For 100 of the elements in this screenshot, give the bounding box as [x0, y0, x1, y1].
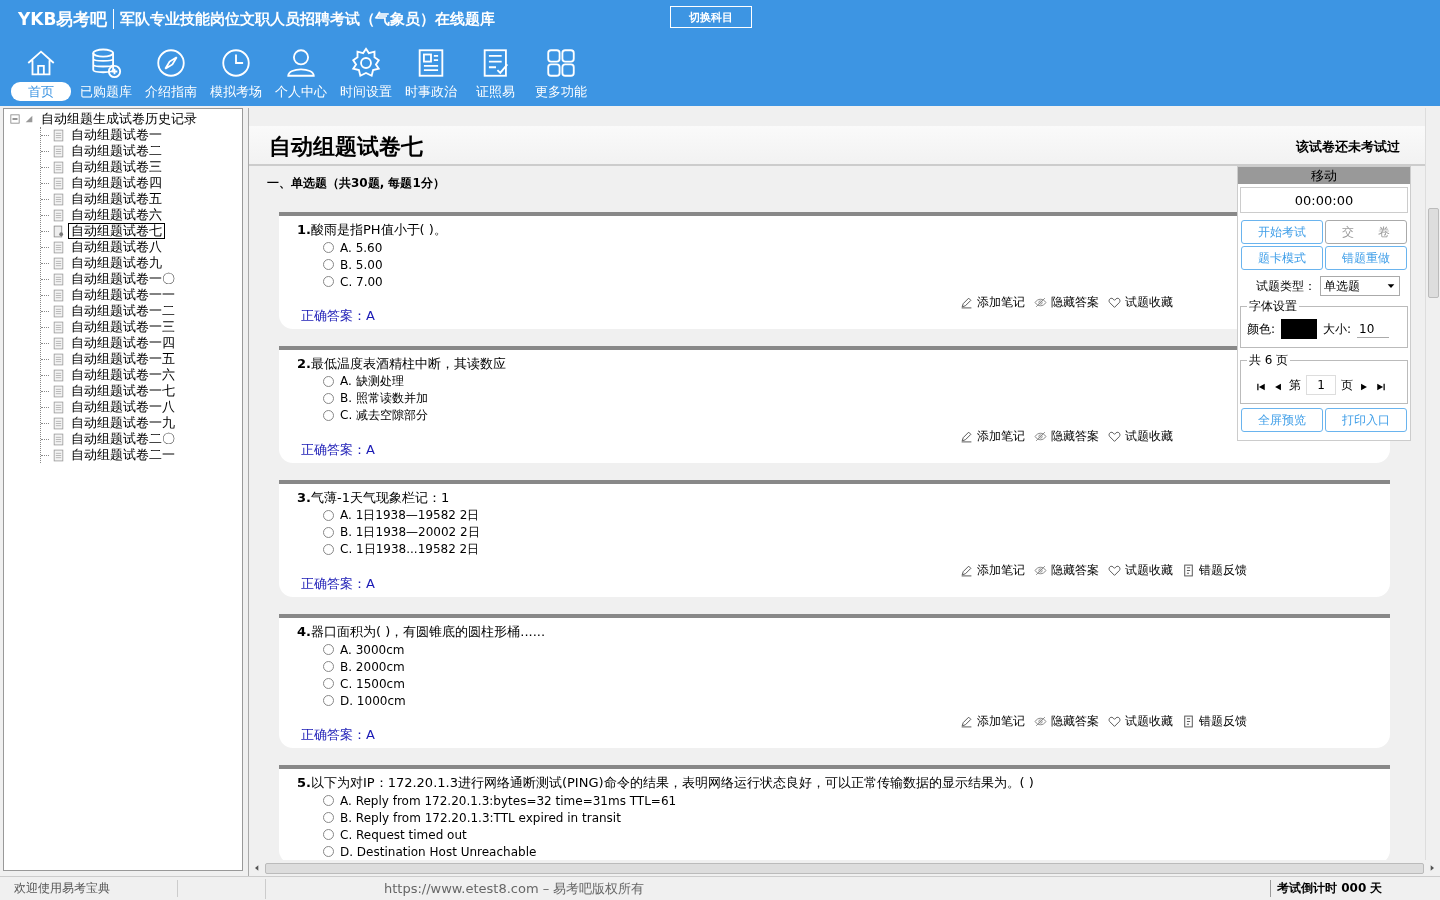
document-icon: [52, 271, 65, 287]
page-prefix: 第: [1289, 376, 1301, 394]
vertical-scrollbar[interactable]: [1425, 108, 1440, 860]
tree-item[interactable]: 自动组题试卷四: [68, 175, 165, 191]
paper-title: 自动组题试卷七: [269, 133, 423, 161]
option-text: A. 1日1938—19582 2日: [340, 507, 480, 524]
document-icon: [52, 207, 65, 223]
page-field[interactable]: 1: [1306, 375, 1336, 395]
tree-item[interactable]: 自动组题试卷七: [68, 223, 165, 239]
question-action-button[interactable]: 添加笔记: [960, 562, 1025, 579]
type-dropdown[interactable]: 单选题: [1320, 276, 1400, 296]
app-title: 军队专业技能岗位文职人员招聘考试（气象员）在线题库: [120, 9, 496, 29]
document-pin-icon: [52, 223, 65, 239]
tree-item[interactable]: 自动组题试卷一: [68, 127, 165, 143]
caret-icon: [1386, 281, 1396, 291]
eye-slash-icon: [1034, 296, 1047, 309]
document-icon: [52, 447, 65, 463]
eye-slash-icon: [1034, 430, 1047, 443]
question-action-button[interactable]: 添加笔记: [960, 428, 1025, 445]
tree-item[interactable]: 自动组题试卷六: [68, 207, 165, 223]
copyright-text: https://www.etest8.com – 易考吧版权所有: [383, 879, 646, 898]
tree-item[interactable]: 自动组题试卷二: [68, 143, 165, 159]
option-text: A. 5.60: [340, 240, 383, 255]
right-arrow-icon: [1428, 864, 1436, 872]
question-action-button[interactable]: 试题收藏: [1108, 562, 1173, 579]
pencil-icon: [960, 564, 973, 577]
document-icon: [52, 255, 65, 271]
question-action-button[interactable]: 隐藏答案: [1034, 562, 1099, 579]
document-icon: [52, 191, 65, 207]
type-label: 试题类型：: [1256, 277, 1316, 295]
tree-item[interactable]: 自动组题试卷一五: [68, 351, 178, 367]
tree-item[interactable]: 自动组题试卷一〇: [68, 271, 178, 287]
option-text: D. 1000cm: [340, 693, 406, 708]
question-action-button[interactable]: 错题反馈: [1182, 713, 1247, 730]
option-text: C. 1500cm: [340, 676, 405, 691]
question-action-button[interactable]: 试题收藏: [1108, 713, 1173, 730]
tree-item[interactable]: 自动组题试卷二〇: [68, 431, 178, 447]
tree-item[interactable]: 自动组题试卷二一: [68, 447, 178, 463]
correct-answer: 正确答案：A: [301, 441, 375, 459]
document-icon: [52, 415, 65, 431]
heart-icon: [1108, 296, 1121, 309]
document-icon: [52, 367, 65, 383]
option-text: C. 7.00: [340, 274, 383, 289]
option-text: A. 3000cm: [340, 642, 405, 657]
timer-display: 00:00:00: [1240, 187, 1408, 213]
document-icon: [52, 383, 65, 399]
color-swatch[interactable]: [1281, 319, 1318, 339]
tree-item[interactable]: 自动组题试卷三: [68, 159, 165, 175]
question-action-button[interactable]: 试题收藏: [1108, 428, 1173, 445]
tree-item[interactable]: 自动组题试卷五: [68, 191, 165, 207]
question-action-button[interactable]: 隐藏答案: [1034, 294, 1099, 311]
question-action-button[interactable]: 隐藏答案: [1034, 713, 1099, 730]
question-action-button[interactable]: 隐藏答案: [1034, 428, 1099, 445]
left-arrow-icon: [253, 864, 261, 872]
tree-item[interactable]: 自动组题试卷一七: [68, 383, 178, 399]
tree-item[interactable]: 自动组题试卷一一: [68, 287, 178, 303]
group-label: 字体设置: [1247, 298, 1299, 315]
document-icon: [52, 159, 65, 175]
exam-status: 该试卷还未考试过: [1296, 138, 1400, 156]
question-action-button[interactable]: 添加笔记: [960, 294, 1025, 311]
option-text: B. 照常读数并加: [340, 390, 428, 407]
pencil-icon: [960, 715, 973, 728]
option-text: A. Reply from 172.20.1.3:bytes=32 time=31ms TTL=61: [340, 793, 677, 808]
page-suffix: 页: [1341, 376, 1353, 394]
tree-item[interactable]: 自动组题试卷一二: [68, 303, 178, 319]
document-icon: [52, 351, 65, 367]
panel-title-bar[interactable]: 移动: [1238, 167, 1410, 184]
pencil-icon: [960, 430, 973, 443]
question-text: 1.酸雨是指PH值小于( )。: [297, 221, 447, 239]
heart-icon: [1108, 715, 1121, 728]
option-text: B. 5.00: [340, 257, 383, 272]
correct-answer: 正确答案：A: [301, 726, 375, 744]
tree-item[interactable]: 自动组题试卷八: [68, 239, 165, 255]
color-label: 颜色:: [1247, 320, 1276, 338]
question-action-button[interactable]: 添加笔记: [960, 713, 1025, 730]
question-action-button[interactable]: 试题收藏: [1108, 294, 1173, 311]
document-icon: [52, 319, 65, 335]
tree-item[interactable]: 自动组题试卷一六: [68, 367, 178, 383]
size-label: 大小:: [1323, 320, 1352, 338]
eye-slash-icon: [1034, 715, 1047, 728]
tree-item[interactable]: 自动组题试卷一九: [68, 415, 178, 431]
collapse-icon[interactable]: [10, 114, 20, 124]
option-text: B. Reply from 172.20.1.3:TTL expired in transit: [340, 810, 621, 825]
tree-root-label[interactable]: 自动组题生成试卷历史记录: [38, 111, 200, 127]
app-logo: YKB易考吧: [18, 7, 108, 31]
correct-answer: 正确答案：A: [301, 307, 375, 325]
question-action-button[interactable]: 错题反馈: [1182, 562, 1247, 579]
correct-answer: 正确答案：A: [301, 575, 375, 593]
heart-icon: [1108, 430, 1121, 443]
triangle-icon: [24, 114, 34, 124]
document-icon: [52, 431, 65, 447]
tree-item[interactable]: 自动组题试卷一三: [68, 319, 178, 335]
tree-item[interactable]: 自动组题试卷一四: [68, 335, 178, 351]
welcome-text: 欢迎使用易考宝典: [0, 880, 178, 897]
document-icon: [52, 239, 65, 255]
tree-item[interactable]: 自动组题试卷一八: [68, 399, 178, 415]
option-text: B. 2000cm: [340, 659, 405, 674]
question-text: 2.最低温度表酒精柱中断，其读数应: [297, 355, 506, 373]
tree-item[interactable]: 自动组题试卷九: [68, 255, 165, 271]
heart-icon: [1108, 564, 1121, 577]
